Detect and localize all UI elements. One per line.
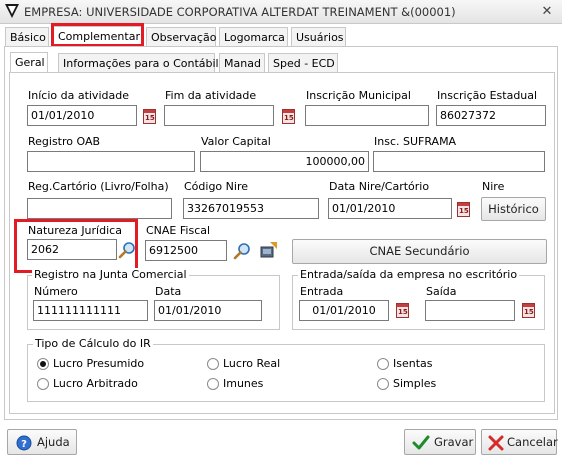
registro-oab-field[interactable] <box>27 151 195 172</box>
lucro-presumido-label: Lucro Presumido <box>53 357 145 370</box>
cnae-fiscal-label: CNAE Fiscal <box>146 224 211 237</box>
numero-label: Número <box>34 285 78 298</box>
isentas-label: Isentas <box>393 357 433 370</box>
calendar-icon[interactable]: 15 <box>457 202 470 217</box>
codigo-nire-field[interactable]: 33267019553 <box>183 198 319 219</box>
cancel-x-icon <box>488 435 504 451</box>
tab-usuarios[interactable]: Usuários <box>291 27 346 47</box>
calendar-day: 15 <box>145 114 155 122</box>
tab-basico[interactable]: Básico <box>5 27 49 47</box>
registro-oab-label: Registro OAB <box>28 135 101 148</box>
reg-cartorio-label: Reg.Cartório (Livro/Folha) <box>28 180 169 193</box>
tipo-calculo-group <box>27 344 545 402</box>
entrada-label: Entrada <box>300 285 344 298</box>
calendar-icon[interactable]: 15 <box>522 303 535 318</box>
simples-label: Simples <box>393 377 437 390</box>
gravar-button[interactable]: Gravar <box>404 429 476 455</box>
radio-lucro-presumido[interactable] <box>37 358 49 370</box>
cancelar-button[interactable]: Cancelar <box>481 429 558 455</box>
calendar-day: 15 <box>284 114 294 122</box>
inscricao-estadual-label: Inscrição Estadual <box>437 89 538 102</box>
highlight-complementar-tab <box>51 23 144 47</box>
svg-text:?: ? <box>21 439 27 450</box>
window-title: EMPRESA: UNIVERSIDADE CORPORATIVA ALTERD… <box>24 5 456 19</box>
inicio-atividade-label: Início da atividade <box>28 89 129 102</box>
cnae-secundario-button[interactable]: CNAE Secundário <box>292 239 547 264</box>
search-icon[interactable] <box>233 242 251 260</box>
register-lookup-icon[interactable] <box>260 241 278 259</box>
inicio-atividade-field[interactable]: 01/01/2010 <box>27 105 137 126</box>
historico-button[interactable]: Histórico <box>481 197 546 221</box>
radio-selected-dot <box>40 361 46 367</box>
radio-lucro-arbitrado[interactable] <box>37 378 49 390</box>
data-nire-field[interactable]: 01/01/2010 <box>328 198 452 219</box>
tab-sped-ecd[interactable]: Sped - ECD <box>268 53 338 73</box>
help-icon: ? <box>16 435 32 451</box>
entrada-saida-title: Entrada/saída da empresa no escritório <box>298 268 520 281</box>
insc-suframa-field[interactable] <box>373 151 545 172</box>
ajuda-button[interactable]: ? Ajuda <box>7 429 77 455</box>
registro-junta-title: Registro na Junta Comercial <box>32 268 189 281</box>
saida-label: Saída <box>426 285 457 298</box>
tab-manad[interactable]: Manad <box>219 53 265 73</box>
calendar-icon[interactable]: 15 <box>396 303 409 318</box>
imunes-label: Imunes <box>223 377 264 390</box>
calendar-day: 15 <box>398 308 408 316</box>
app-logo-icon <box>5 4 19 18</box>
data-field[interactable]: 01/01/2010 <box>154 300 262 321</box>
inscricao-municipal-field[interactable] <box>305 105 429 126</box>
fim-atividade-field[interactable] <box>164 105 274 126</box>
data-label: Data <box>155 285 182 298</box>
tab-logomarca[interactable]: Logomarca <box>219 27 288 47</box>
lucro-real-label: Lucro Real <box>223 357 281 370</box>
tab-informacoes-contabil[interactable]: Informações para o Contábil <box>58 53 219 73</box>
calendar-day: 15 <box>524 308 534 316</box>
entrada-field[interactable]: 01/01/2010 <box>299 300 389 321</box>
inscricao-municipal-label: Inscrição Municipal <box>306 89 411 102</box>
tab-geral[interactable]: Geral <box>10 52 48 72</box>
calendar-icon[interactable]: 15 <box>143 109 156 124</box>
numero-field[interactable]: 111111111111 <box>33 300 148 321</box>
calendar-icon[interactable]: 15 <box>282 109 295 124</box>
fim-atividade-label: Fim da atividade <box>165 89 257 102</box>
data-nire-label: Data Nire/Cartório <box>329 180 430 193</box>
highlight-natureza-juridica <box>14 219 138 273</box>
saida-field[interactable] <box>425 300 515 321</box>
gravar-label: Gravar <box>434 435 474 449</box>
radio-simples[interactable] <box>377 378 389 390</box>
inscricao-estadual-field[interactable]: 86027372 <box>436 105 546 126</box>
nire-label: Nire <box>482 180 505 193</box>
check-icon <box>412 435 430 450</box>
insc-suframa-label: Insc. SUFRAMA <box>374 135 457 148</box>
ajuda-label: Ajuda <box>37 435 70 449</box>
radio-imunes[interactable] <box>207 378 219 390</box>
tipo-calculo-title: Tipo de Cálculo do IR <box>33 337 153 350</box>
valor-capital-field[interactable]: 100000,00 <box>200 151 369 172</box>
cancelar-label: Cancelar <box>507 435 558 449</box>
radio-isentas[interactable] <box>377 358 389 370</box>
lucro-arbitrado-label: Lucro Arbitrado <box>53 377 138 390</box>
reg-cartorio-field[interactable] <box>27 198 172 219</box>
tab-observacao[interactable]: Observação <box>146 27 216 47</box>
codigo-nire-label: Código Nire <box>184 180 248 193</box>
close-button[interactable]: ✕ <box>538 3 556 20</box>
valor-capital-label: Valor Capital <box>201 135 271 148</box>
calendar-day: 15 <box>459 207 469 215</box>
cnae-fiscal-field[interactable]: 6912500 <box>145 240 227 261</box>
radio-lucro-real[interactable] <box>207 358 219 370</box>
